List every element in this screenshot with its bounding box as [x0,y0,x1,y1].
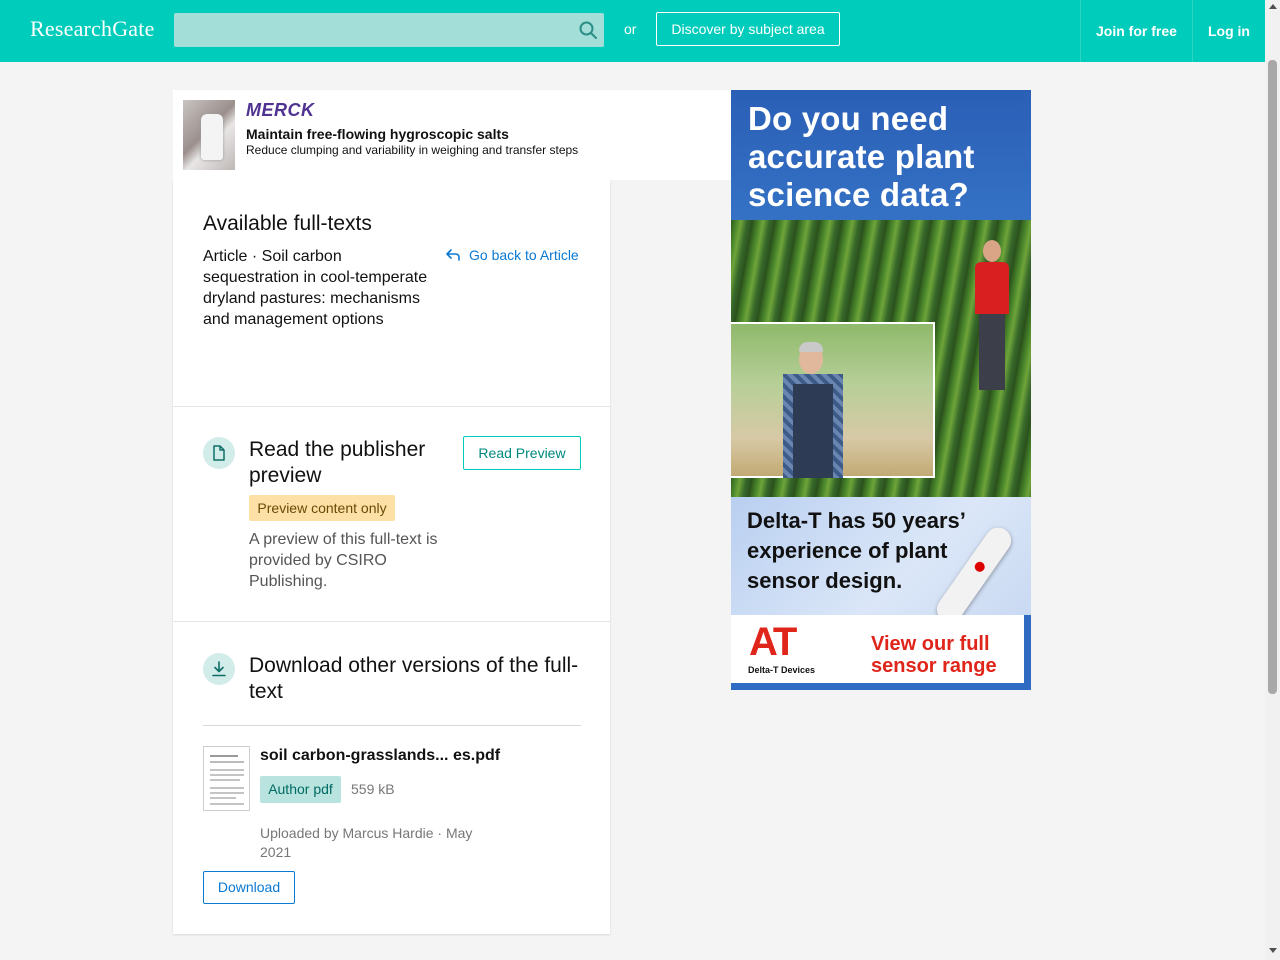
pdf-thumbnail[interactable] [203,746,250,811]
upload-info: Uploaded by Marcus Hardie · May 2021 [260,825,473,860]
author-pdf-badge: Author pdf [260,776,341,803]
go-back-to-article-link[interactable]: Go back to Article [445,247,579,263]
search-icon[interactable] [578,20,598,40]
go-back-label: Go back to Article [469,247,579,263]
top-navigation-bar: ResearchGate or Discover by subject area… [0,0,1265,62]
ad-headline: Do you need accurate plant science data? [748,100,975,213]
delta-t-logo: AT [749,620,797,664]
download-versions-heading: Download other versions of the full-text [249,654,579,703]
download-button[interactable]: Download [203,871,295,904]
read-preview-button[interactable]: Read Preview [463,436,581,470]
ad-subtitle: Reduce clumping and variability in weigh… [246,143,579,157]
publisher-preview-heading: Read the publisher preview [249,438,426,487]
merck-logo: Merck [246,100,315,120]
full-texts-card: Available full-texts Article · Soil carb… [173,180,610,934]
download-icon [203,653,235,685]
section-divider [173,406,610,407]
ad-farmer-image [971,240,1013,390]
delta-t-logo-subtitle: Delta-T Devices [748,665,816,675]
or-separator: or [624,21,637,37]
header-divider [1080,0,1081,62]
log-in-button[interactable]: Log in [1208,23,1250,39]
ad-product-image [183,100,235,170]
scroll-down-arrow-icon[interactable] [1269,948,1277,953]
file-name[interactable]: soil carbon-grasslands... es.pdf [260,747,500,765]
ad-middle-text: Delta-T has 50 years’ experience of plan… [747,508,965,593]
ad-title: Maintain free-flowing hygroscopic salts [246,126,509,142]
page-scrollbar[interactable] [1265,0,1280,960]
preview-description: A preview of this full-text is provided … [249,531,438,590]
merck-banner-ad[interactable]: Merck Maintain free-flowing hygroscopic … [173,90,732,180]
document-icon [203,437,235,469]
discover-by-subject-button[interactable]: Discover by subject area [656,12,840,46]
article-description: Article · Soil carbon sequestration in c… [203,248,428,328]
preview-content-badge: Preview content only [249,495,395,521]
file-size: 559 kB [351,781,395,797]
join-for-free-button[interactable]: Join for free [1096,23,1177,39]
ad-scientist-photo [731,322,935,478]
scrollbar-thumb[interactable] [1268,60,1277,694]
delta-t-sidebar-ad[interactable]: Do you need accurate plant science data?… [731,90,1031,690]
ad-cta-text[interactable]: View our full sensor range [871,633,1021,677]
scroll-up-arrow-icon[interactable] [1269,4,1277,9]
header-divider [1192,0,1193,62]
back-arrow-icon [446,249,460,261]
search-input[interactable] [174,13,604,47]
divider [203,725,581,726]
section-divider [173,621,610,622]
researchgate-logo[interactable]: ResearchGate [30,16,155,42]
available-full-texts-heading: Available full-texts [203,212,372,235]
